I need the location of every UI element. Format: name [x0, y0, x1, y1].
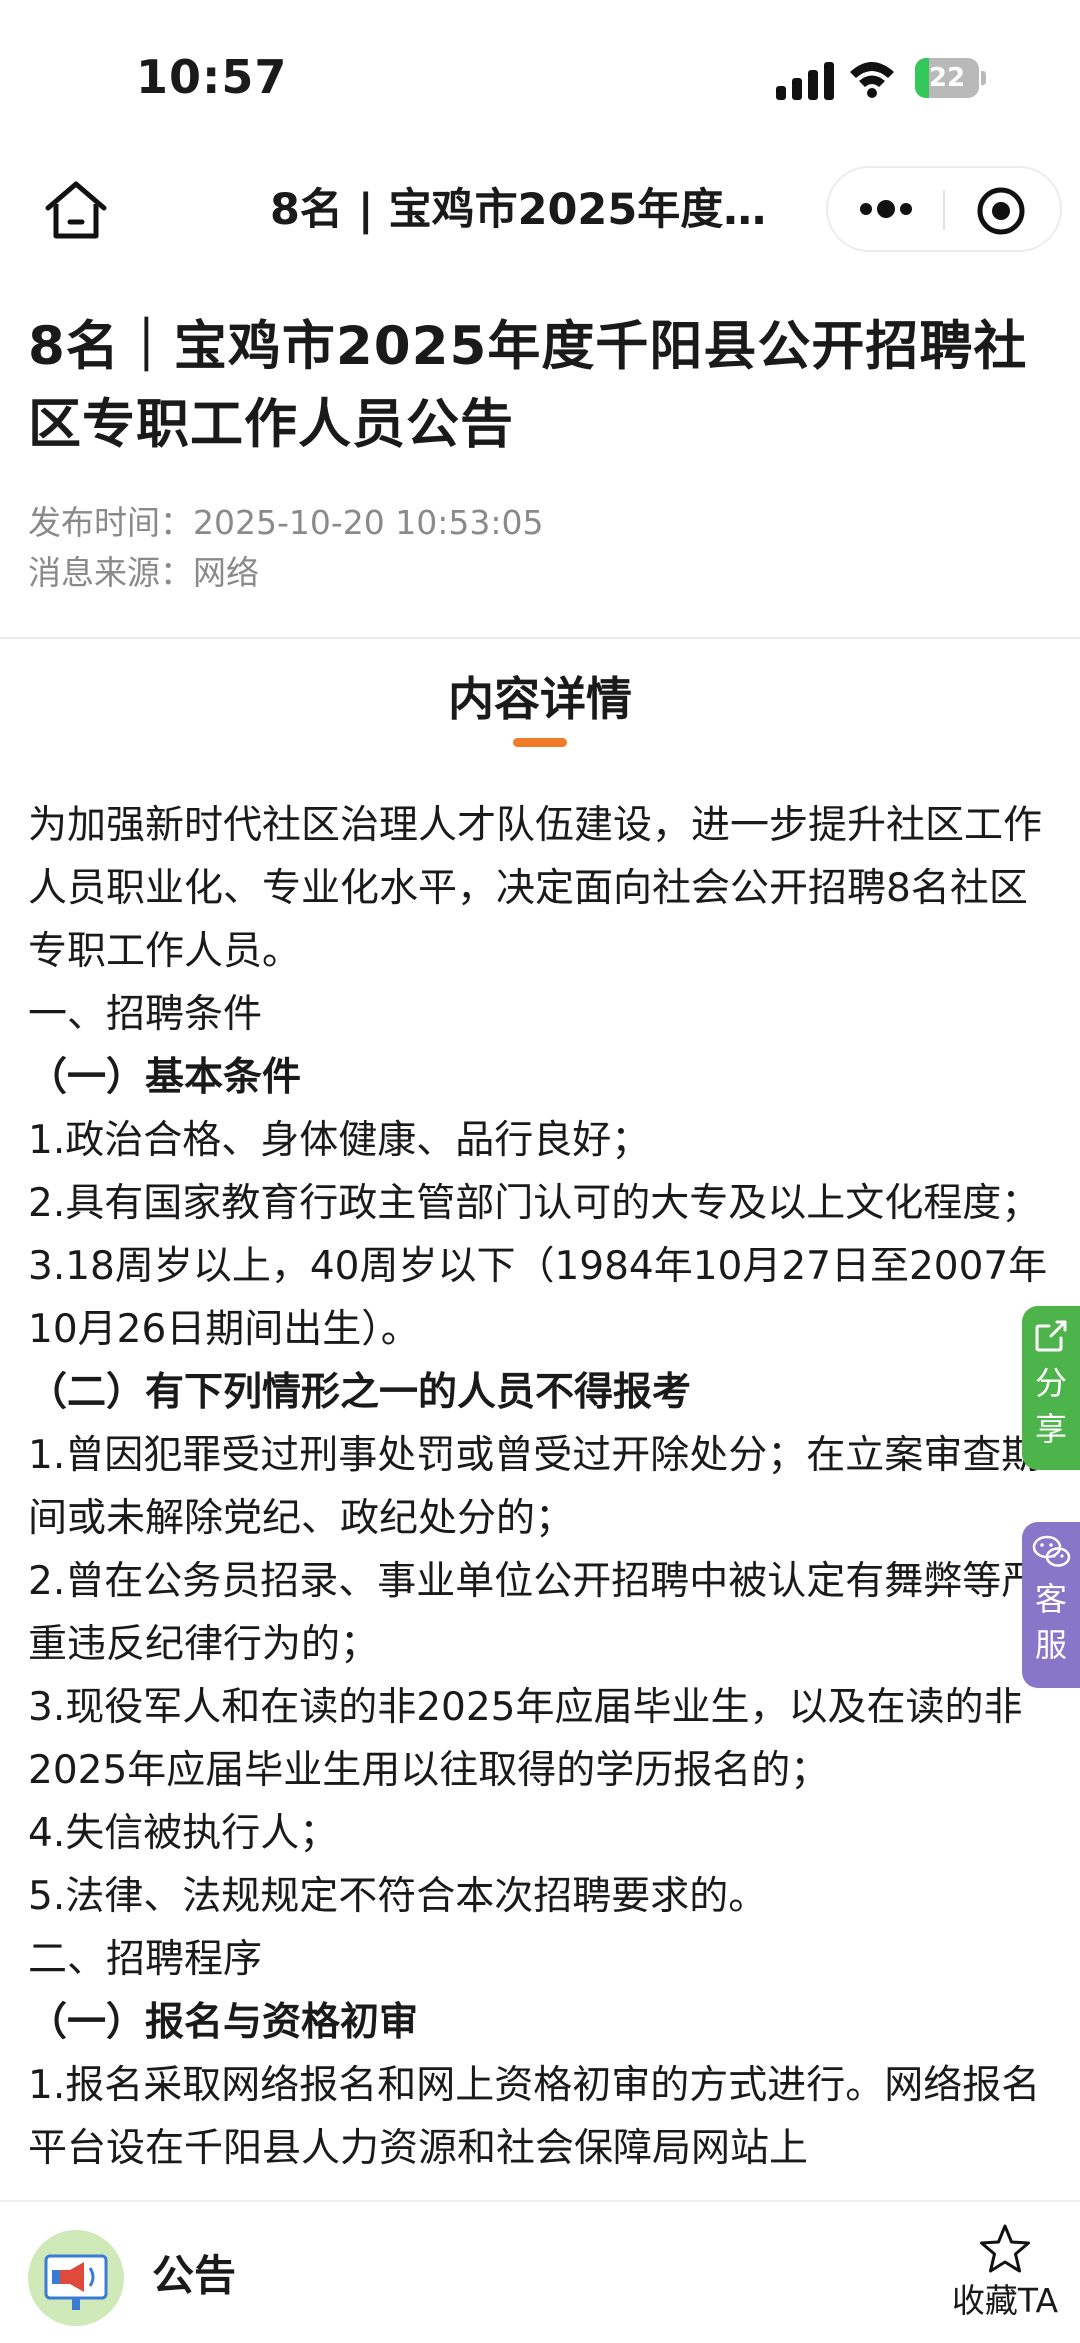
content-subheading: （二）有下列情形之一的人员不得报考	[28, 1370, 692, 1415]
favorite-label: 收藏TA	[951, 2281, 1059, 2320]
content-paragraph: 3.18周岁以上，40周岁以下（1984年10月27日至2007年10月26日期…	[28, 1244, 1048, 1352]
signal-icon	[776, 62, 834, 100]
wifi-icon	[850, 62, 894, 98]
customer-service-button[interactable]: 客 服	[1022, 1522, 1080, 1688]
section-heading: 内容详情	[448, 672, 632, 726]
account-name: 公告	[152, 2251, 237, 2300]
more-icon[interactable]	[856, 188, 916, 230]
megaphone-icon	[44, 2254, 108, 2310]
content-paragraph: 二、招聘程序	[28, 1937, 263, 1982]
home-icon[interactable]	[42, 178, 110, 242]
account-logo[interactable]	[28, 2230, 124, 2326]
content-paragraph: 1.曾因犯罪受过刑事处罚或曾受过开除处分；在立案审查期间或未解除党纪、政纪处分的…	[28, 1433, 1041, 1541]
source-label: 消息来源：网络	[28, 553, 259, 592]
close-target-icon[interactable]	[976, 186, 1026, 236]
section-underline	[513, 738, 567, 747]
share-char-1: 分	[1034, 1364, 1067, 1402]
battery-indicator: 22	[915, 58, 986, 98]
share-icon	[1035, 1320, 1067, 1352]
nav-title: 8名 | 宝鸡市2025年度…	[270, 185, 767, 235]
service-char-1: 客	[1034, 1580, 1067, 1618]
content-paragraph: 一、招聘条件	[28, 992, 263, 1037]
star-icon	[980, 2224, 1030, 2273]
article-meta: 发布时间：2025-10-20 10:53:05 消息来源：网络	[28, 498, 543, 598]
header-divider	[0, 637, 1080, 639]
content-paragraph: 4.失信被执行人；	[28, 1811, 339, 1856]
publish-time: 发布时间：2025-10-20 10:53:05	[28, 503, 544, 542]
favorite-button[interactable]: 收藏TA	[940, 2222, 1070, 2332]
nav-bar: 8名 | 宝鸡市2025年度…	[0, 160, 1080, 260]
capsule-divider	[943, 190, 945, 230]
status-time: 10:57	[136, 50, 288, 104]
share-char-2: 享	[1034, 1410, 1067, 1448]
status-bar: 10:57 22	[0, 0, 1080, 150]
bottom-bar: 公告 收藏TA	[0, 2200, 1080, 2343]
article-content: 为加强新时代社区治理人才队伍建设，进一步提升社区工作人员职业化、专业化水平，决定…	[28, 794, 1048, 2197]
share-button[interactable]: 分 享	[1022, 1306, 1080, 1470]
content-subheading: （一）基本条件	[28, 1055, 302, 1100]
battery-percent: 22	[928, 63, 966, 93]
content-paragraph: 1.报名采取网络报名和网上资格初审的方式进行。网络报名平台设在千阳县人力资源和社…	[28, 2063, 1041, 2171]
content-paragraph: 3.现役军人和在读的非2025年应届毕业生，以及在读的非2025年应届毕业生用以…	[28, 1685, 1023, 1793]
wechat-icon	[1032, 1535, 1071, 1567]
service-char-2: 服	[1034, 1626, 1067, 1664]
content-paragraph: 为加强新时代社区治理人才队伍建设，进一步提升社区工作人员职业化、专业化水平，决定…	[28, 803, 1043, 974]
content-paragraph: 5.法律、法规规定不符合本次招聘要求的。	[28, 1874, 768, 1919]
content-paragraph: 1.政治合格、身体健康、品行良好；	[28, 1118, 651, 1163]
capsule-menu	[826, 166, 1062, 252]
content-paragraph: 2.具有国家教育行政主管部门认可的大专及以上文化程度；	[28, 1181, 1041, 1226]
content-paragraph: 2.曾在公务员招录、事业单位公开招聘中被认定有舞弊等严重违反纪律行为的；	[28, 1559, 1041, 1667]
article-title: 8名｜宝鸡市2025年度千阳县公开招聘社区专职工作人员公告	[28, 316, 1028, 455]
content-subheading: （一）报名与资格初审	[28, 2000, 419, 2045]
